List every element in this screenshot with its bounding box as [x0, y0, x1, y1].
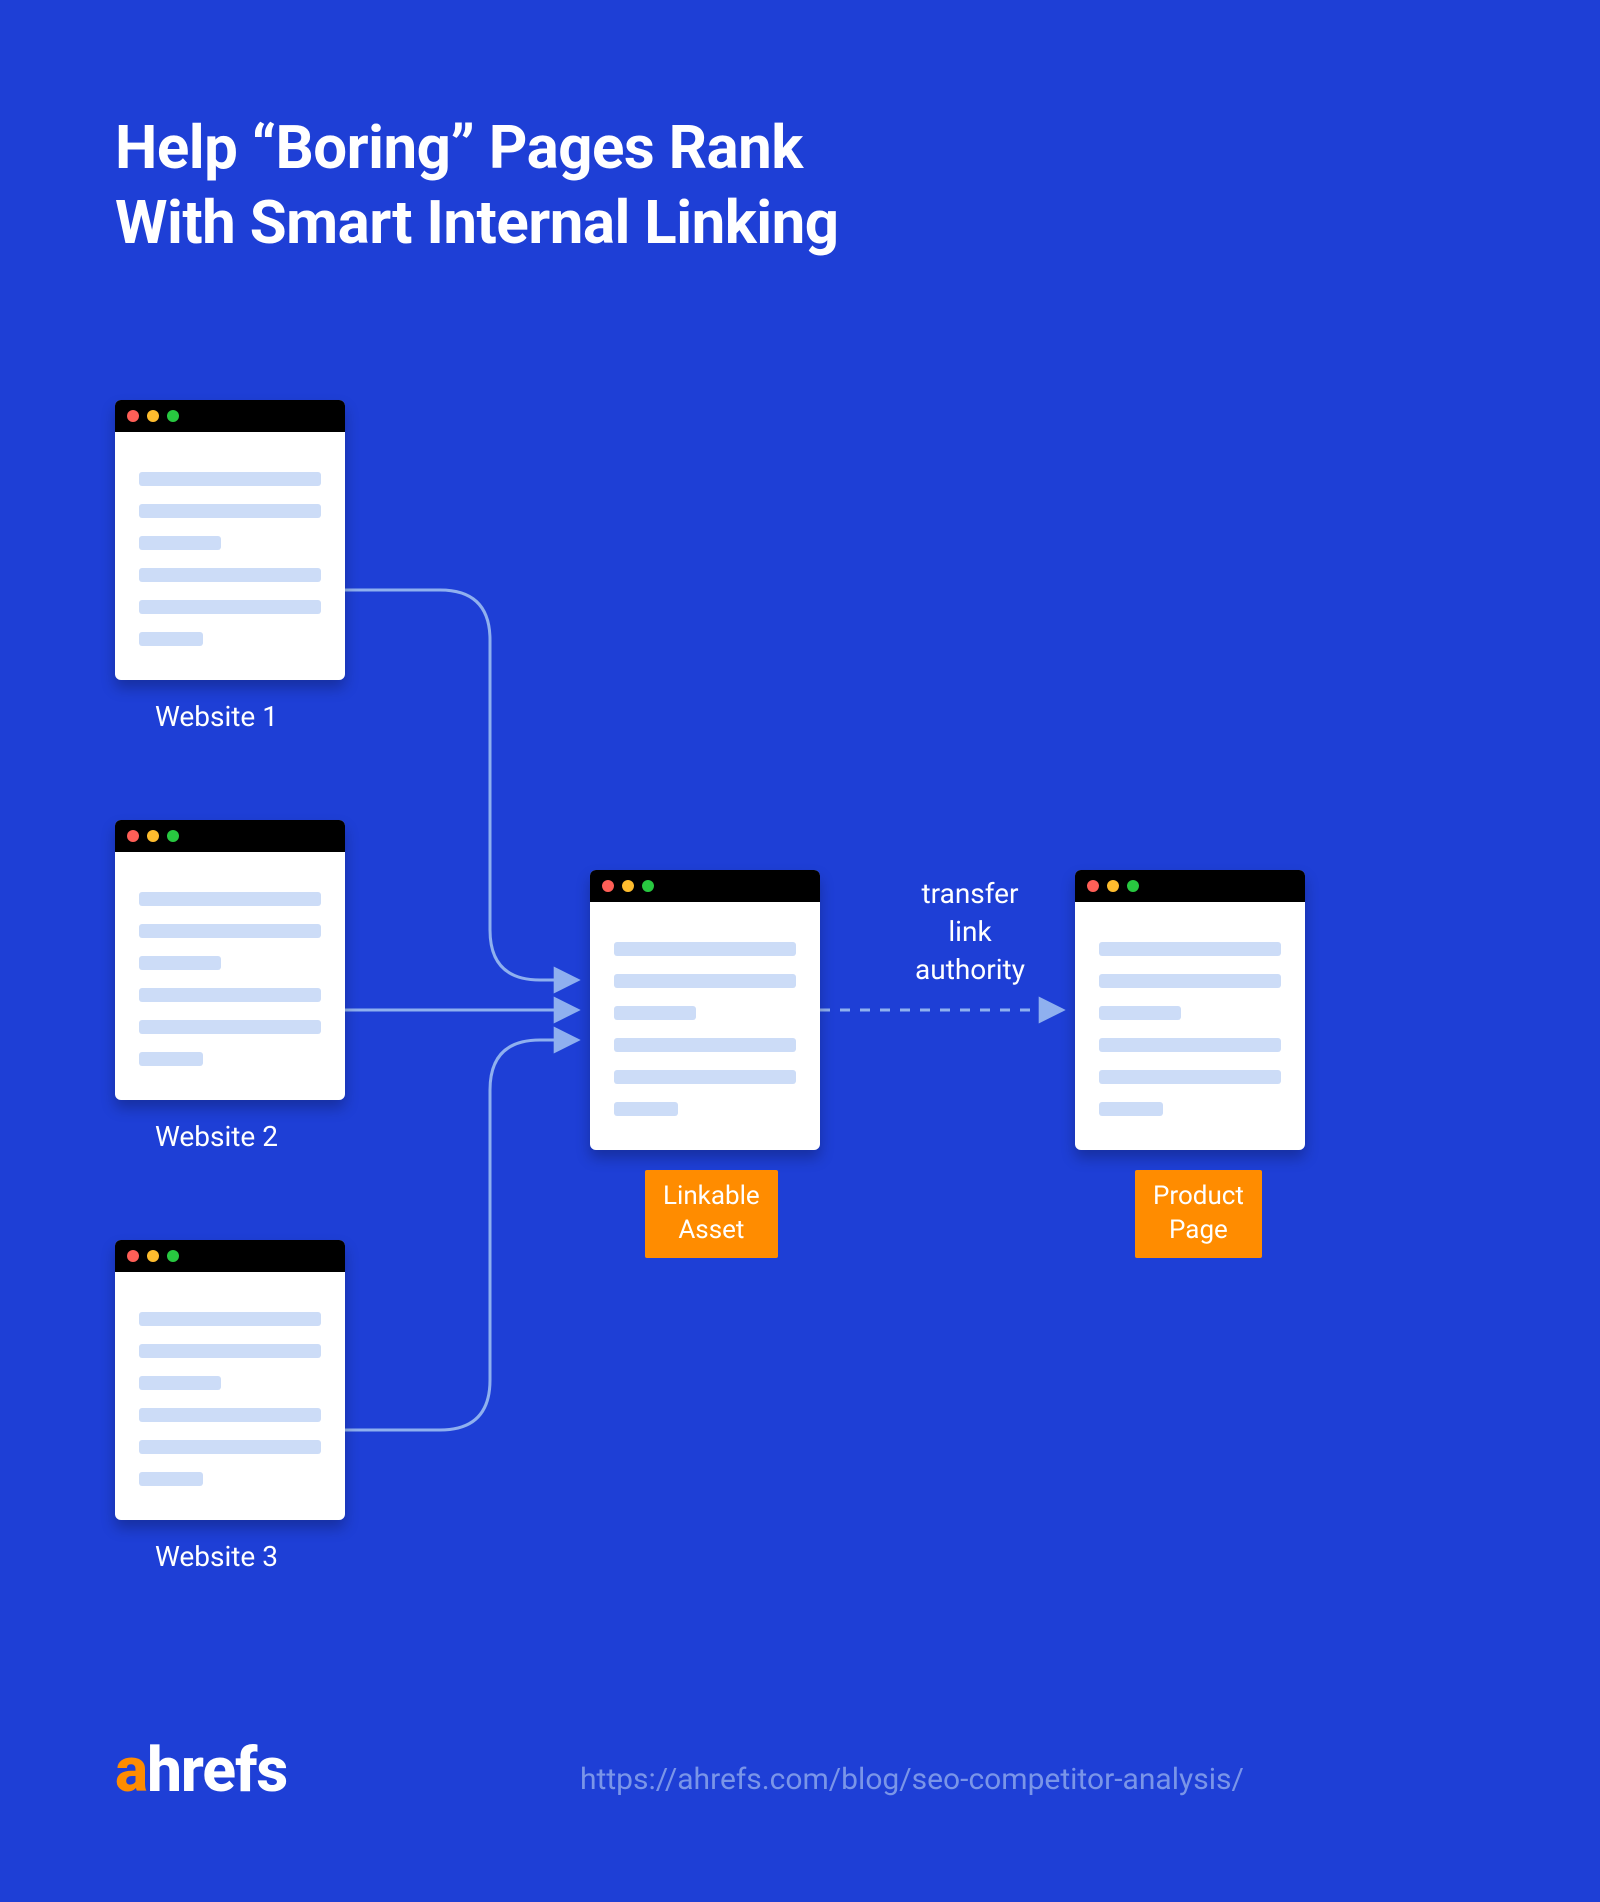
text-line-icon [139, 956, 221, 970]
text-line-icon [139, 568, 321, 582]
page-body [115, 432, 345, 670]
footer-url: https://ahrefs.com/blog/seo-competitor-a… [580, 1762, 1244, 1797]
page-body [115, 1272, 345, 1510]
window-dot-yellow-icon [147, 410, 159, 422]
text-line-icon [614, 1070, 796, 1084]
window-dot-yellow-icon [622, 880, 634, 892]
diagram-title: Help “Boring” Pages Rank With Smart Inte… [115, 110, 839, 260]
text-line-icon [1099, 974, 1281, 988]
window-dot-red-icon [602, 880, 614, 892]
window-dot-green-icon [167, 1250, 179, 1262]
transfer-line-3: authority [915, 953, 1025, 986]
logo-prefix: a [115, 1734, 147, 1807]
text-line-icon [139, 924, 321, 938]
page-body [115, 852, 345, 1090]
badge-line-2: Asset [678, 1215, 744, 1245]
product-page-badge: Product Page [1135, 1170, 1262, 1258]
text-line-icon [1099, 942, 1281, 956]
page-body [1075, 902, 1305, 1140]
text-line-icon [139, 600, 321, 614]
window-dot-yellow-icon [147, 830, 159, 842]
window-dot-yellow-icon [1107, 880, 1119, 892]
text-line-icon [139, 632, 203, 646]
linkable-asset-card [590, 870, 820, 1150]
window-dot-green-icon [642, 880, 654, 892]
title-line-1: Help “Boring” Pages Rank [115, 112, 803, 183]
browser-bar [115, 400, 345, 432]
text-line-icon [614, 1102, 678, 1116]
website-2-card [115, 820, 345, 1100]
badge-line-1: Linkable [663, 1181, 760, 1211]
badge-line-2: Page [1169, 1215, 1228, 1245]
window-dot-red-icon [127, 830, 139, 842]
text-line-icon [139, 988, 321, 1002]
website-1-card [115, 400, 345, 680]
text-line-icon [139, 1440, 321, 1454]
text-line-icon [1099, 1070, 1281, 1084]
transfer-line-2: link [948, 915, 991, 948]
browser-bar [1075, 870, 1305, 902]
browser-bar [590, 870, 820, 902]
text-line-icon [1099, 1006, 1181, 1020]
text-line-icon [139, 1408, 321, 1422]
text-line-icon [139, 1472, 203, 1486]
page-body [590, 902, 820, 1140]
text-line-icon [139, 1052, 203, 1066]
browser-bar [115, 820, 345, 852]
product-page-card [1075, 870, 1305, 1150]
text-line-icon [139, 472, 321, 486]
text-line-icon [614, 942, 796, 956]
text-line-icon [139, 892, 321, 906]
text-line-icon [614, 1006, 696, 1020]
website-1-label: Website 1 [155, 700, 278, 733]
transfer-label: transfer link authority [885, 875, 1055, 988]
website-3-label: Website 3 [155, 1540, 278, 1573]
window-dot-green-icon [167, 410, 179, 422]
website-3-card [115, 1240, 345, 1520]
text-line-icon [139, 1020, 321, 1034]
window-dot-red-icon [127, 410, 139, 422]
window-dot-green-icon [1127, 880, 1139, 892]
window-dot-yellow-icon [147, 1250, 159, 1262]
text-line-icon [614, 974, 796, 988]
text-line-icon [139, 536, 221, 550]
logo-rest: hrefs [147, 1734, 287, 1807]
transfer-line-1: transfer [922, 877, 1019, 910]
window-dot-red-icon [1087, 880, 1099, 892]
badge-line-1: Product [1153, 1181, 1244, 1211]
title-line-2: With Smart Internal Linking [115, 187, 839, 258]
window-dot-green-icon [167, 830, 179, 842]
ahrefs-logo: ahrefs [115, 1734, 287, 1807]
text-line-icon [1099, 1038, 1281, 1052]
window-dot-red-icon [127, 1250, 139, 1262]
text-line-icon [139, 1376, 221, 1390]
linkable-asset-badge: Linkable Asset [645, 1170, 778, 1258]
website-2-label: Website 2 [155, 1120, 278, 1153]
text-line-icon [139, 1312, 321, 1326]
browser-bar [115, 1240, 345, 1272]
text-line-icon [1099, 1102, 1163, 1116]
text-line-icon [139, 504, 321, 518]
text-line-icon [139, 1344, 321, 1358]
text-line-icon [614, 1038, 796, 1052]
